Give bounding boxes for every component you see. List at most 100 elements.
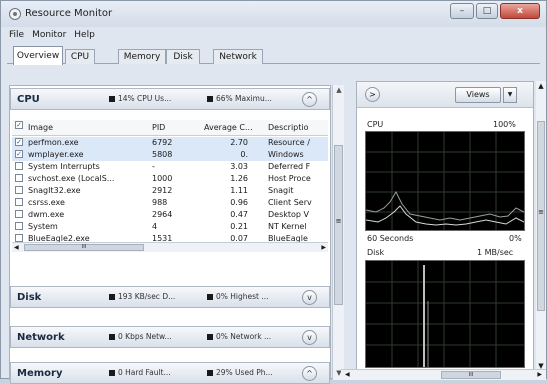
row-checkbox[interactable]: ✓ — [15, 150, 23, 158]
row-checkbox[interactable] — [15, 198, 23, 206]
process-pid: 988 — [152, 198, 168, 207]
cpu-max-frequency-metric: 66% Maximu... — [216, 94, 272, 103]
menu-file[interactable]: File — [9, 30, 24, 40]
scroll-thumb[interactable]: III — [24, 244, 144, 251]
select-all-checkbox[interactable]: ✓ — [15, 121, 23, 129]
network-section-title: Network — [17, 331, 65, 343]
scroll-thumb[interactable]: III — [441, 371, 501, 379]
tab-cpu[interactable]: CPU — [65, 49, 95, 64]
process-pid: 1000 — [152, 174, 173, 183]
process-description: Snagit — [268, 186, 294, 195]
disk-expand-chevron-icon[interactable]: v — [302, 290, 317, 305]
scroll-right-arrow-icon[interactable]: ▶ — [537, 371, 542, 378]
table-row[interactable]: ✓ wmplayer.exe 5808 0. Windows — [12, 149, 328, 161]
table-row[interactable]: csrss.exe 988 0.96 Client Serv — [12, 197, 328, 209]
process-pid: 6792 — [152, 138, 173, 147]
tab-network[interactable]: Network — [213, 49, 263, 64]
network-section-header[interactable]: Network 0 Kbps Netw... 0% Network ... v — [10, 326, 330, 348]
table-row[interactable]: SnagIt32.exe 2912 1.11 Snagit — [12, 185, 328, 197]
cpu-graph-title: CPU — [367, 120, 384, 129]
window-title: Resource Monitor — [25, 8, 113, 19]
process-average-cpu: 3.03 — [230, 162, 248, 171]
close-button[interactable]: x — [500, 3, 540, 19]
views-dropdown-arrow-icon[interactable]: ▼ — [503, 87, 517, 103]
minimize-button[interactable]: – — [450, 3, 474, 19]
table-row[interactable]: ✓ perfmon.exe 6792 2.70 Resource / — [12, 137, 328, 149]
scroll-thumb[interactable]: ≡ — [537, 121, 545, 311]
cpu-usage-graph — [365, 131, 525, 231]
disk-active-legend-icon — [207, 294, 213, 300]
expand-graphs-arrow-icon[interactable]: > — [365, 87, 380, 102]
process-average-cpu: 1.11 — [230, 186, 248, 195]
process-description: Host Proce — [268, 174, 311, 183]
network-util-legend-icon — [207, 334, 213, 340]
memory-section-header[interactable]: Memory 0 Hard Fault... 29% Used Ph... ^ — [10, 362, 330, 384]
column-pid[interactable]: PID — [152, 123, 165, 132]
row-checkbox[interactable] — [15, 234, 23, 242]
scroll-up-arrow-icon[interactable]: ▲ — [536, 82, 546, 90]
process-pid: 2912 — [152, 186, 173, 195]
disk-activity-plot — [366, 261, 524, 367]
disk-graph-title: Disk — [367, 248, 385, 257]
process-description: Desktop V — [268, 210, 310, 219]
menu-monitor[interactable]: Monitor — [32, 30, 66, 40]
process-image-name: dwm.exe — [28, 210, 65, 219]
row-checkbox[interactable] — [15, 174, 23, 182]
cpu-max-legend-icon — [207, 96, 213, 102]
scroll-thumb[interactable]: ≡ — [334, 145, 343, 305]
process-average-cpu: 0.96 — [230, 198, 248, 207]
cpu-usage-legend-icon — [109, 96, 115, 102]
process-description: Deferred F — [268, 162, 311, 171]
column-description[interactable]: Descriptio — [268, 123, 309, 132]
tab-strip: Overview CPU Memory Disk Network — [7, 46, 540, 65]
tab-disk[interactable]: Disk — [166, 49, 200, 64]
process-pid: 4 — [152, 222, 158, 231]
tab-memory[interactable]: Memory — [118, 49, 166, 64]
cpu-usage-plot — [365, 132, 525, 230]
process-pid: 5808 — [152, 150, 173, 159]
column-image[interactable]: Image — [28, 123, 53, 132]
cpu-collapse-chevron-icon[interactable]: ^ — [302, 92, 317, 107]
tab-overview[interactable]: Overview — [13, 46, 63, 65]
scroll-left-arrow-icon[interactable]: ◀ — [14, 244, 19, 251]
title-bar[interactable]: Resource Monitor – □ x — [1, 1, 546, 27]
process-description: NT Kernel — [268, 222, 307, 231]
table-row[interactable]: System 4 0.21 NT Kernel — [12, 221, 328, 233]
table-row[interactable]: dwm.exe 2964 0.47 Desktop V — [12, 209, 328, 221]
memory-used-legend-icon — [207, 370, 213, 376]
process-image-name: perfmon.exe — [28, 138, 79, 147]
column-average-cpu[interactable]: Average C... — [204, 123, 253, 132]
left-pane-vertical-scrollbar[interactable]: ▲ ≡ ▼ — [332, 85, 344, 380]
process-pid: 2964 — [152, 210, 173, 219]
graphs-horizontal-scrollbar[interactable]: ◀ III ▶ — [341, 369, 546, 380]
scroll-right-arrow-icon[interactable]: ▶ — [321, 244, 326, 251]
table-row[interactable]: svchost.exe (LocalS... 1000 1.26 Host Proce — [12, 173, 328, 185]
scroll-left-arrow-icon[interactable]: ◀ — [345, 371, 350, 378]
graphs-pane: > Views ▼ CPU 100% 60 Seconds 0% Disk 1 … — [356, 81, 534, 371]
row-checkbox[interactable] — [15, 222, 23, 230]
table-row[interactable]: System Interrupts - 3.03 Deferred F — [12, 161, 328, 173]
maximize-button[interactable]: □ — [476, 3, 498, 19]
disk-section-header[interactable]: Disk 193 KB/sec D... 0% Highest ... v — [10, 286, 330, 308]
disk-highest-active-metric: 0% Highest ... — [216, 292, 269, 301]
process-image-name: SnagIt32.exe — [28, 186, 81, 195]
network-utilization-metric: 0% Network ... — [216, 332, 272, 341]
row-checkbox[interactable] — [15, 210, 23, 218]
process-average-cpu: 0.21 — [230, 222, 248, 231]
row-checkbox[interactable] — [15, 186, 23, 194]
resource-monitor-icon — [9, 8, 21, 20]
views-button[interactable]: Views — [455, 87, 501, 103]
scroll-up-arrow-icon[interactable]: ▲ — [334, 86, 344, 96]
disk-io-metric: 193 KB/sec D... — [118, 292, 176, 301]
overview-left-pane: CPU 14% CPU Us... 66% Maximu... ^ ✓ Imag… — [9, 85, 331, 384]
cpu-table-horizontal-scrollbar[interactable]: ◀ III ▶ — [12, 242, 328, 252]
graphs-vertical-scrollbar[interactable]: ▲ ≡ ▼ — [536, 81, 546, 371]
row-checkbox[interactable]: ✓ — [15, 138, 23, 146]
process-description: Resource / — [268, 138, 310, 147]
process-image-name: System — [28, 222, 58, 231]
menu-help[interactable]: Help — [74, 30, 95, 40]
row-checkbox[interactable] — [15, 162, 23, 170]
menu-bar: File Monitor Help — [1, 27, 546, 42]
cpu-section-header[interactable]: CPU 14% CPU Us... 66% Maximu... ^ — [10, 88, 330, 110]
network-expand-chevron-icon[interactable]: v — [302, 330, 317, 345]
